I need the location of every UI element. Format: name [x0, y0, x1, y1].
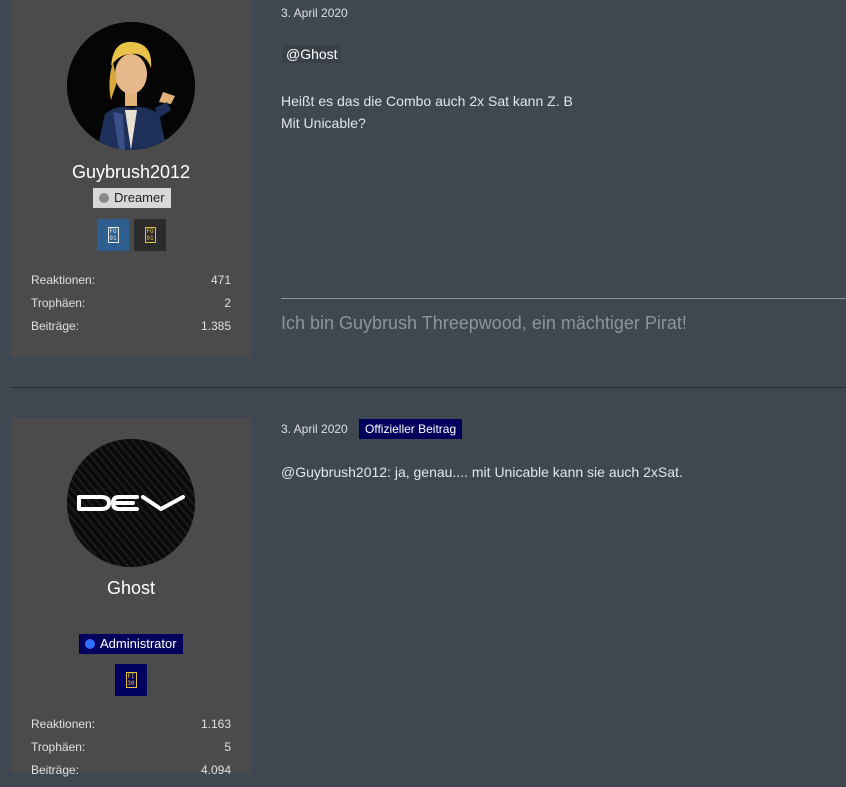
author-sidebar: Ghost Administrator FI 30 Reaktionen: 1.…: [11, 418, 251, 777]
stat-row: Beiträge: 1.385: [31, 318, 231, 341]
stat-label: Reaktionen:: [31, 273, 96, 287]
signature: Ich bin Guybrush Threepwood, ein mächtig…: [281, 313, 687, 333]
stat-value[interactable]: 5: [224, 739, 231, 762]
rank-badge: Administrator: [79, 634, 183, 654]
official-post-badge: Offizieller Beitrag: [359, 419, 463, 439]
avatar-image: [67, 439, 195, 567]
post-guybrush2012: Guybrush2012 Dreamer FO 91 FO 91 Reaktio…: [0, 0, 846, 387]
rank-badge: Dreamer: [93, 188, 171, 208]
stat-value[interactable]: 2: [224, 295, 231, 318]
stat-row: Reaktionen: 471: [31, 272, 231, 295]
stat-row: Trophäen: 5: [31, 739, 231, 762]
trophy-label: FO 91: [144, 227, 156, 243]
author-stats: Reaktionen: 1.163 Trophäen: 5 Beiträge: …: [31, 716, 231, 785]
stat-label: Beiträge:: [31, 763, 80, 777]
stat-label: Trophäen:: [31, 296, 86, 310]
post-text-line: Heißt es das die Combo auch 2x Sat kann …: [281, 93, 573, 109]
trophy-badge-icon[interactable]: FO 91: [97, 219, 129, 251]
stat-label: Reaktionen:: [31, 717, 96, 731]
author-stats: Reaktionen: 471 Trophäen: 2 Beiträge: 1.…: [31, 272, 231, 341]
trophy-badge-icon[interactable]: FO 91: [134, 219, 166, 251]
rank-dot-icon: [85, 638, 95, 649]
stat-value[interactable]: 1.385: [201, 318, 231, 341]
post-ghost: Ghost Administrator FI 30 Reaktionen: 1.…: [0, 388, 846, 787]
stat-row: Beiträge: 4.094: [31, 762, 231, 785]
author-name[interactable]: Ghost: [11, 578, 251, 599]
post-text-line: @Guybrush2012: ja, genau.... mit Unicabl…: [281, 464, 683, 480]
post-text-line: Mit Unicable?: [281, 115, 366, 131]
signature-divider: [281, 298, 846, 299]
trophy-label: FI 30: [125, 672, 137, 688]
stat-value[interactable]: 1.163: [201, 716, 231, 739]
author-sidebar: Guybrush2012 Dreamer FO 91 FO 91 Reaktio…: [11, 0, 251, 357]
stat-label: Trophäen:: [31, 740, 86, 754]
rank-label: Dreamer: [114, 190, 165, 205]
stat-value[interactable]: 4.094: [201, 762, 231, 785]
avatar[interactable]: [67, 22, 195, 150]
avatar-image: [67, 22, 195, 150]
mention-link[interactable]: @Ghost: [283, 45, 341, 63]
trophy-badge-icon[interactable]: FI 30: [115, 664, 147, 696]
stat-row: Trophäen: 2: [31, 295, 231, 318]
stat-value[interactable]: 471: [211, 272, 231, 295]
author-name[interactable]: Guybrush2012: [11, 162, 251, 183]
stat-label: Beiträge:: [31, 319, 80, 333]
avatar[interactable]: [67, 439, 195, 567]
rank-label: Administrator: [100, 636, 177, 651]
rank-dot-icon: [99, 192, 109, 203]
post-date[interactable]: 3. April 2020: [281, 6, 348, 20]
trophy-label: FO 91: [107, 227, 119, 243]
stat-row: Reaktionen: 1.163: [31, 716, 231, 739]
post-date[interactable]: 3. April 2020: [281, 422, 348, 436]
